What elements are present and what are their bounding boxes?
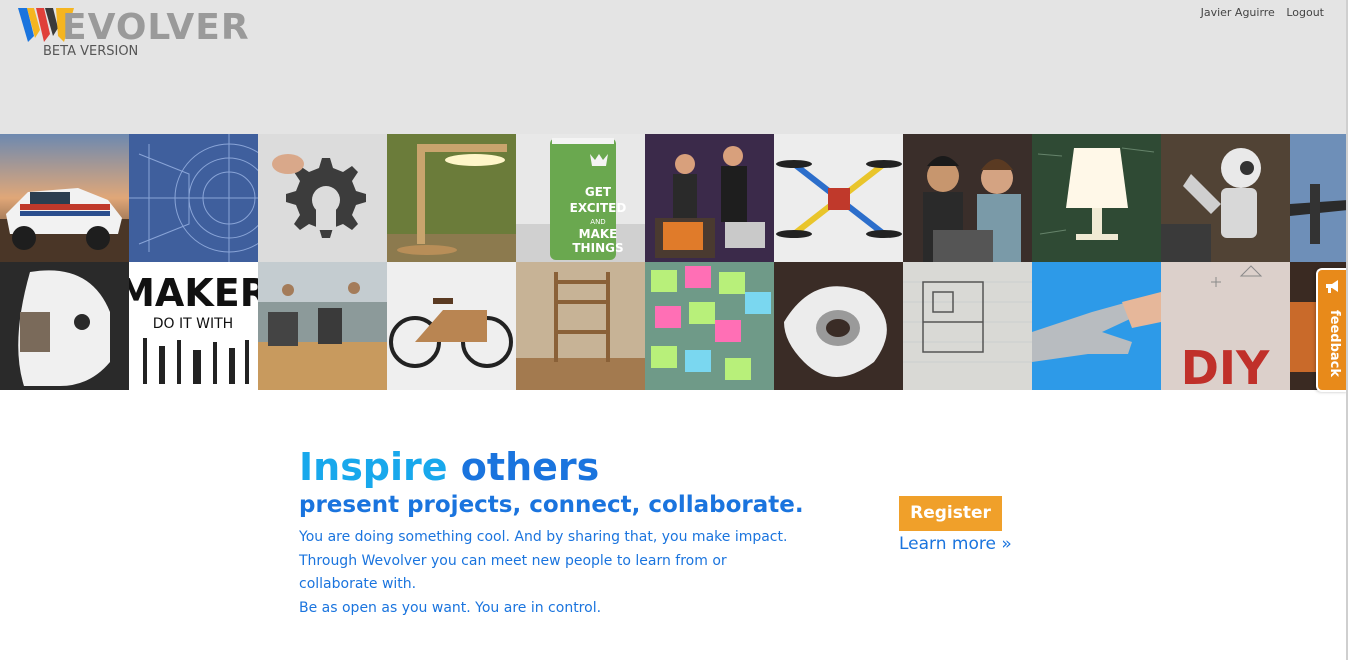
sketch-paper-image: [903, 262, 1032, 390]
tile-wooden-bike[interactable]: [387, 262, 516, 390]
learn-more-link[interactable]: Learn more »: [899, 534, 1012, 554]
tile-blueprint[interactable]: [129, 134, 258, 262]
wooden-bike-image: [387, 262, 516, 390]
tile-diy-sign[interactable]: DIY: [1161, 262, 1290, 390]
mug-line-2: EXCITED: [570, 201, 627, 215]
tile-wooden-chair[interactable]: [516, 262, 645, 390]
humanoid-robot-image: [1161, 134, 1290, 262]
rally-car-image: [0, 134, 129, 262]
hero-line-4: Be as open as you want. You are in contr…: [299, 599, 602, 616]
tile-maker-poster[interactable]: MAKER DO IT WITH: [129, 262, 258, 390]
3d-print-sculpture-image: [774, 262, 903, 390]
hero-line-1: You are doing something cool. And by sha…: [299, 529, 788, 545]
wevolver-logo[interactable]: EVOLVER BETA VERSION: [18, 6, 258, 62]
tile-gear-cutout[interactable]: [258, 134, 387, 262]
logout-link[interactable]: Logout: [1286, 6, 1324, 19]
tile-sketch-paper[interactable]: [903, 262, 1032, 390]
hero-line-2: Through Wevolver you can meet new people…: [299, 552, 727, 569]
top-navigation: Javier Aguirre Logout: [1193, 6, 1324, 19]
tile-drone[interactable]: [1290, 134, 1348, 262]
mug-line-5: THINGS: [572, 241, 623, 255]
feedback-label: feedback: [1327, 310, 1342, 378]
maker-poster-subtitle: DO IT WITH: [153, 316, 233, 332]
tile-prosthetic-hand[interactable]: [1032, 262, 1161, 390]
tile-quadcopter[interactable]: [774, 134, 903, 262]
mug-line-3: AND: [590, 218, 605, 226]
tile-get-excited-mug[interactable]: GET EXCITED AND MAKE THINGS: [516, 134, 645, 262]
maker-poster-image: MAKER DO IT WITH: [129, 262, 258, 390]
hero-title: Inspire others: [299, 444, 859, 490]
get-excited-mug-image: GET EXCITED AND MAKE THINGS: [516, 134, 645, 262]
gear-cutout-image: [258, 134, 387, 262]
tile-two-engineers[interactable]: [903, 134, 1032, 262]
diy-sign-image: DIY: [1161, 262, 1290, 390]
sticky-notes-image: [645, 262, 774, 390]
tile-robot-head[interactable]: [0, 262, 129, 390]
tile-chalkboard-lamp[interactable]: [1032, 134, 1161, 262]
hero-title-inspire: Inspire: [299, 445, 448, 489]
robot-head-image: [0, 262, 129, 390]
tile-humanoid-robot[interactable]: [1161, 134, 1290, 262]
mug-line-1: GET: [585, 185, 612, 199]
register-button[interactable]: Register: [899, 496, 1002, 531]
tile-wood-lamp[interactable]: [387, 134, 516, 262]
mug-line-4: MAKE: [579, 227, 618, 241]
hero-subtitle: present projects, connect, collaborate.: [299, 492, 804, 518]
tile-3d-print-sculpture[interactable]: [774, 262, 903, 390]
megaphone-icon: [1326, 280, 1338, 293]
beta-version-label: BETA VERSION: [43, 44, 139, 59]
project-image-mosaic: GET EXCITED AND MAKE THINGS MAKER DO IT …: [0, 134, 1348, 390]
blueprint-image: [129, 134, 258, 262]
tile-makers-group[interactable]: [645, 134, 774, 262]
prosthetic-hand-image: [1032, 262, 1161, 390]
wood-lamp-image: [387, 134, 516, 262]
tile-workshop[interactable]: [258, 262, 387, 390]
hero-section: Inspire others present projects, connect…: [299, 444, 859, 620]
makers-group-image: [645, 134, 774, 262]
workshop-image: [258, 262, 387, 390]
drone-image: [1290, 134, 1348, 262]
hero-title-others: others: [460, 445, 600, 489]
logo-wordmark: EVOLVER: [62, 7, 250, 48]
feedback-tab[interactable]: feedback: [1316, 268, 1348, 392]
tile-rally-car[interactable]: [0, 134, 129, 262]
quadcopter-image: [774, 134, 903, 262]
user-profile-link[interactable]: Javier Aguirre: [1201, 6, 1275, 19]
chalkboard-lamp-image: [1032, 134, 1161, 262]
site-header: EVOLVER BETA VERSION Javier Aguirre Logo…: [0, 0, 1348, 134]
wooden-chair-image: [516, 262, 645, 390]
hero-line-3: collaborate with.: [299, 576, 417, 592]
tile-sticky-notes[interactable]: [645, 262, 774, 390]
maker-poster-title: MAKER: [129, 271, 258, 315]
two-engineers-image: [903, 134, 1032, 262]
diy-sign-text: DIY: [1181, 341, 1270, 390]
